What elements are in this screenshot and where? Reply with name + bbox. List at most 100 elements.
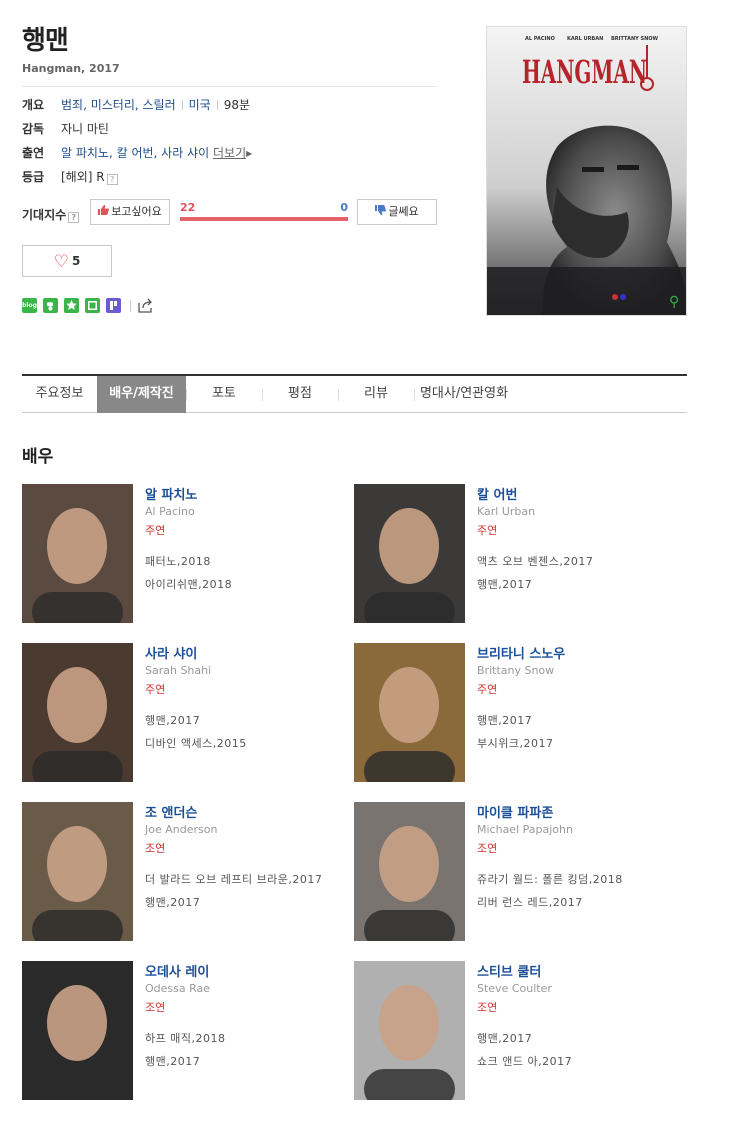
svg-text:BRITTANY SNOW: BRITTANY SNOW [611,36,659,42]
actor-english-name: Joe Anderson [145,823,218,836]
thumbs-down-icon [375,200,387,224]
movie-poster[interactable]: AL PACINO KARL URBAN BRITTANY SNOW HANGM… [486,26,687,316]
tab-separator [338,389,339,401]
actor-filmography-item[interactable]: 행맨,2017 [477,576,532,592]
actor-role: 조연 [477,842,498,855]
actor-english-name: Karl Urban [477,505,536,518]
actor-name-link[interactable]: 브리타니 스노우 [477,643,565,662]
share-icon[interactable] [138,298,154,316]
actor-card: 사라 샤이 Sarah Shahi 주연 행맨,2017 디바인 액세스,2015 [22,643,352,783]
actor-role: 주연 [145,683,166,696]
actor-role: 주연 [477,683,498,696]
tab-review[interactable]: 리뷰 [338,376,414,413]
actor-name-link[interactable]: 스티브 쿨터 [477,961,541,980]
actor-english-name: Brittany Snow [477,664,555,677]
actor-filmography-item[interactable]: 더 발라드 오브 레프티 브라운,2017 [145,871,322,887]
separator [181,100,183,110]
tab-photo[interactable]: 포토 [186,376,262,413]
actor-filmography-item[interactable]: 액츠 오브 벤젠스,2017 [477,553,593,569]
actor-filmography-item[interactable]: 행맨,2017 [145,894,200,910]
post-icon[interactable] [106,298,121,313]
movie-subtitle: Hangman, 2017 [22,62,120,75]
actor-photo[interactable] [354,961,465,1100]
actor-photo[interactable] [354,643,465,782]
actor-photo[interactable] [354,484,465,623]
actor-name-link[interactable]: 칼 어번 [477,484,517,503]
separator [216,100,218,110]
tab-separator [186,389,187,401]
help-icon[interactable]: ? [68,212,80,223]
divider [22,86,437,87]
like-count: 5 [71,254,81,268]
tab-quotes-related[interactable]: 명대사/연관영화 [414,376,514,413]
actor-card: 알 파치노 Al Pacino 주연 패터노,2018 아이리쉬맨,2018 [22,484,352,624]
me2day-icon[interactable] [43,298,58,313]
actor-filmography-item[interactable]: 디바인 액세스,2015 [145,735,247,751]
country-link[interactable]: 미국 [189,98,211,112]
actor-filmography-item[interactable]: 패터노,2018 [145,553,211,569]
want-count: 22 [180,201,196,214]
runtime: 98분 [223,98,251,112]
expectation-widget: 기대지수? 보고싶어요 22 0 글쎄요 [22,199,442,229]
line-icon[interactable] [85,298,100,313]
movie-title: 행맨 [22,26,69,56]
actor-card: 마이클 파파존 Michael Papajohn 조연 쥬라기 월드: 폴른 킹덤,2… [354,802,684,942]
actor-name-link[interactable]: 오데사 레이 [145,961,209,980]
section-title-actors: 배우 [22,447,54,467]
want-bar-fill [180,217,348,221]
bookmark-star-icon[interactable] [64,298,79,313]
svg-text:AL PACINO: AL PACINO [525,36,555,42]
actor-filmography-item[interactable]: 하프 매직,2018 [145,1030,225,1046]
tab-bar: 주요정보 배우/제작진 포토 평점 리뷰 명대사/연관영화 [22,374,687,413]
magnifier-icon: ⚲ [669,294,679,310]
actor-filmography-item[interactable]: 리버 런스 레드,2017 [477,894,583,910]
actor-role: 조연 [145,842,166,855]
want-to-see-button[interactable]: 보고싶어요 [90,199,170,225]
actor-name-link[interactable]: 조 앤더슨 [145,802,197,821]
genre-link[interactable]: 범죄, 미스터리, 스릴러 [61,98,176,112]
tab-main-info[interactable]: 주요정보 [22,376,97,413]
expectation-bar: 22 0 [180,199,348,225]
actor-filmography-item[interactable]: 쥬라기 월드: 폴른 킹덤,2018 [477,871,623,887]
actor-role: 주연 [477,524,498,537]
director-label: 감독 [22,122,45,136]
actor-role: 조연 [145,1001,166,1014]
actor-filmography-item[interactable]: 아이리쉬맨,2018 [145,576,232,592]
actor-filmography-item[interactable]: 쇼크 앤드 아,2017 [477,1053,572,1069]
cast-link[interactable]: 알 파치노, 칼 어번, 사라 샤이 [61,146,209,160]
svg-text:KARL URBAN: KARL URBAN [567,36,603,42]
actor-card: 브리타니 스노우 Brittany Snow 주연행맨,2017 부시위크,2017 [354,643,684,783]
actor-english-name: Al Pacino [145,505,195,518]
actor-name-link[interactable]: 사라 샤이 [145,643,197,662]
actor-photo[interactable] [354,802,465,941]
actor-photo[interactable] [22,484,133,623]
help-icon[interactable]: ? [106,174,118,185]
actor-card: 칼 어번 Karl Urban 주연액츠 오브 벤젠스,2017 행맨,2017 [354,484,684,624]
tab-cast-crew[interactable]: 배우/제작진 [97,376,186,413]
not-sure-button[interactable]: 글쎄요 [357,199,437,225]
actor-filmography-item[interactable]: 행맨,2017 [477,1030,532,1046]
actor-photo[interactable] [22,802,133,941]
tab-separator [262,389,263,401]
director-link[interactable]: 자니 마틴 [61,120,109,137]
tab-rating[interactable]: 평점 [262,376,338,413]
actor-role: 조연 [477,1001,498,1014]
actor-filmography-item[interactable]: 행맨,2017 [145,712,200,728]
actor-name-link[interactable]: 마이클 파파존 [477,802,553,821]
divider [130,300,131,312]
more-cast-link[interactable]: 더보기 [213,146,246,160]
poster-image: AL PACINO KARL URBAN BRITTANY SNOW HANGM… [487,27,686,315]
actor-english-name: Steve Coulter [477,982,552,995]
actor-photo[interactable] [22,961,133,1100]
actor-filmography-item[interactable]: 부시위크,2017 [477,735,553,751]
like-button[interactable]: ♡ 5 [22,245,112,277]
actor-card: 오데사 레이 Odessa Rae 조연하프 매직,2018 행맨,2017 [22,961,352,1101]
actor-english-name: Odessa Rae [145,982,211,995]
actor-name-link[interactable]: 알 파치노 [145,484,197,503]
actor-filmography-item[interactable]: 행맨,2017 [477,712,532,728]
actor-filmography-item[interactable]: 행맨,2017 [145,1053,200,1069]
nope-count: 0 [340,201,348,214]
rating-label: 등급 [22,170,45,184]
actor-photo[interactable] [22,643,133,782]
blog-icon[interactable]: blog [22,298,37,313]
